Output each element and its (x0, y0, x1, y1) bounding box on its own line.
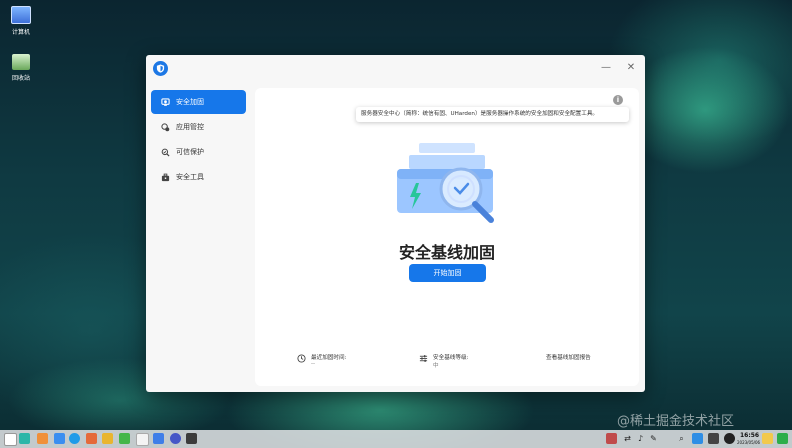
sidebar-item-label: 可信保护 (176, 148, 204, 156)
document-icon[interactable] (136, 433, 149, 446)
start-hardening-button[interactable]: 开始加固 (409, 264, 486, 282)
volume-icon[interactable]: ♪ (635, 433, 646, 444)
toolbox-icon (160, 172, 170, 182)
security-center-window: — ✕ 安全加固 应用管控 可信保护 安全工具 i 服务器安全中心（简称：统信有… (146, 55, 645, 392)
desktop-icon-label: 回收站 (11, 75, 30, 82)
main-content-panel: i 服务器安全中心（简称：统信有固、UHarden）是服务器操作系统的安全加固和… (255, 88, 639, 386)
keyboard-icon[interactable] (606, 433, 617, 444)
taskbar: ⇄ ♪ ✎ ⌕ 16:56 2023/05/06 (0, 430, 792, 448)
app-store-icon[interactable] (54, 433, 65, 444)
pen-icon[interactable]: ✎ (648, 433, 659, 444)
trash-icon (12, 54, 30, 70)
security-center-taskbar-icon[interactable] (170, 433, 181, 444)
watermark: @稀土掘金技术社区 (617, 414, 735, 429)
sidebar-item-label: 应用管控 (176, 123, 204, 131)
file-manager-icon[interactable] (37, 433, 48, 444)
music-icon[interactable] (86, 433, 97, 444)
trusted-search-icon (160, 147, 170, 157)
clock-time[interactable]: 16:56 (740, 432, 759, 439)
sidebar-item-label: 安全加固 (176, 98, 204, 106)
sidebar-item-trusted-protection[interactable]: 可信保护 (151, 140, 246, 164)
browser-icon[interactable] (69, 433, 80, 444)
notification-icon[interactable] (762, 433, 773, 444)
title-bar[interactable]: — ✕ (146, 55, 645, 82)
level-value: 中 (433, 363, 439, 369)
level-label: 安全基线等级: (433, 355, 469, 361)
photos-icon[interactable] (102, 433, 113, 444)
last-time-label: 最近加固时间: (311, 355, 347, 361)
minimize-button[interactable]: — (599, 61, 613, 75)
sidebar-item-security-tools[interactable]: 安全工具 (151, 165, 246, 189)
info-tooltip: 服务器安全中心（简称：统信有固、UHarden）是服务器操作系统的安全加固和安全… (356, 107, 629, 122)
desktop-icon-label: 计算机 (11, 29, 30, 36)
page-title: 安全基线加固 (398, 243, 495, 262)
view-report-link[interactable]: 查看基线加固报告 (546, 353, 591, 361)
shield-monitor-icon (160, 97, 170, 107)
sliders-icon (419, 355, 428, 362)
hardening-illustration (389, 141, 501, 236)
last-time-value: -- (311, 361, 316, 367)
baseline-level: 安全基线等级: 中 (419, 353, 468, 369)
multitask-icon[interactable] (19, 433, 30, 444)
tray-app-icon[interactable] (692, 433, 703, 444)
screenshot-icon[interactable] (708, 433, 719, 444)
show-desktop-icon[interactable] (777, 433, 788, 444)
app-control-icon (160, 122, 170, 132)
clock-date[interactable]: 2023/05/06 (737, 440, 760, 445)
info-icon[interactable]: i (613, 95, 623, 105)
clock-history-icon (297, 354, 306, 363)
computer-icon (11, 6, 31, 24)
sidebar-item-security-hardening[interactable]: 安全加固 (151, 90, 246, 114)
mail-icon[interactable] (119, 433, 130, 444)
power-icon[interactable] (724, 433, 735, 444)
terminal-icon[interactable] (186, 433, 197, 444)
launcher-icon[interactable] (4, 433, 17, 446)
app-shield-logo-icon (153, 61, 168, 76)
desktop-icon-computer[interactable]: 计算机 (6, 6, 36, 36)
settings-icon[interactable] (153, 433, 164, 444)
close-button[interactable]: ✕ (624, 61, 638, 75)
sidebar: 安全加固 应用管控 可信保护 安全工具 (146, 82, 252, 392)
last-hardening-time: 最近加固时间: -- (297, 353, 346, 367)
network-icon[interactable]: ⇄ (622, 433, 633, 444)
sidebar-item-label: 安全工具 (176, 173, 204, 181)
search-icon[interactable]: ⌕ (676, 433, 687, 444)
sidebar-item-app-control[interactable]: 应用管控 (151, 115, 246, 139)
desktop-icon-trash[interactable]: 回收站 (6, 54, 36, 82)
